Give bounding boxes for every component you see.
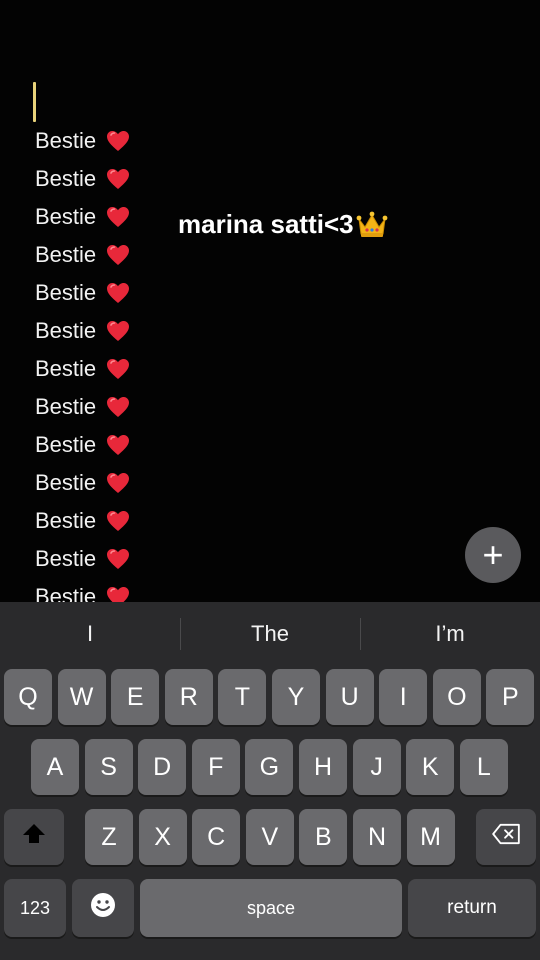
emoji-key[interactable]: [72, 879, 134, 937]
key-y[interactable]: Y: [272, 669, 320, 725]
red-heart-icon: [106, 472, 130, 494]
add-button[interactable]: +: [465, 527, 521, 583]
text-line: Bestie: [35, 350, 130, 388]
red-heart-icon: [106, 358, 130, 380]
line-text: Bestie: [35, 204, 97, 229]
screen: Bestie Bestie Bestie Bestie Bestie Bestie Best…: [0, 0, 540, 960]
suggestion-2[interactable]: The: [180, 602, 360, 666]
emoji-icon: [90, 892, 116, 925]
red-heart-icon: [106, 396, 130, 418]
text-line: Bestie: [35, 198, 130, 236]
text-line: Bestie: [35, 578, 130, 602]
key-o[interactable]: O: [432, 669, 481, 725]
red-heart-icon: [106, 548, 130, 570]
key-s[interactable]: S: [84, 739, 133, 795]
overlay-caption: marina satti<3: [178, 209, 388, 240]
key-a[interactable]: A: [31, 739, 79, 795]
crown-icon: [356, 210, 388, 240]
return-key[interactable]: return: [408, 879, 536, 937]
red-heart-icon: [106, 130, 130, 152]
line-list: Bestie Bestie Bestie Bestie Bestie Bestie Best…: [35, 122, 130, 602]
space-key[interactable]: space: [140, 879, 402, 937]
red-heart-icon: [106, 168, 130, 190]
key-f[interactable]: F: [191, 739, 240, 795]
text-line: Bestie: [35, 236, 130, 274]
red-heart-icon: [106, 206, 130, 228]
line-text: Bestie: [35, 470, 97, 495]
line-text: Bestie: [35, 356, 97, 381]
key-p[interactable]: P: [486, 669, 535, 725]
text-line: Bestie: [35, 160, 130, 198]
backspace-key[interactable]: [476, 809, 536, 865]
key-g[interactable]: G: [245, 739, 294, 795]
line-text: Bestie: [35, 242, 97, 267]
key-c[interactable]: C: [192, 809, 241, 865]
text-line: Bestie: [35, 426, 130, 464]
line-text: Bestie: [35, 280, 97, 305]
red-heart-icon: [106, 282, 130, 304]
key-d[interactable]: D: [138, 739, 187, 795]
red-heart-icon: [106, 244, 130, 266]
overlay-text: marina satti<3: [178, 209, 354, 239]
key-x[interactable]: X: [138, 809, 187, 865]
text-line: Bestie: [35, 388, 130, 426]
key-w[interactable]: W: [57, 669, 106, 725]
suggestion-1[interactable]: I: [0, 602, 180, 666]
key-z[interactable]: Z: [85, 809, 133, 865]
line-text: Bestie: [35, 166, 97, 191]
text-editor[interactable]: Bestie Bestie Bestie Bestie Bestie Bestie Best…: [0, 0, 540, 602]
suggestion-3[interactable]: I’m: [360, 602, 540, 666]
key-b[interactable]: B: [299, 809, 348, 865]
shift-icon: [21, 821, 47, 854]
line-text: Bestie: [35, 432, 97, 457]
text-line: Bestie: [35, 502, 130, 540]
text-line: Bestie: [35, 274, 130, 312]
key-r[interactable]: R: [164, 669, 213, 725]
key-e[interactable]: E: [111, 669, 160, 725]
key-q[interactable]: Q: [4, 669, 52, 725]
line-text: Bestie: [35, 546, 97, 571]
numbers-key[interactable]: 123: [4, 879, 66, 937]
key-n[interactable]: N: [353, 809, 401, 865]
key-u[interactable]: U: [325, 669, 374, 725]
key-t[interactable]: T: [218, 669, 267, 725]
text-line: Bestie: [35, 122, 130, 160]
red-heart-icon: [106, 434, 130, 456]
text-cursor: [33, 82, 36, 122]
key-i[interactable]: I: [379, 669, 428, 725]
red-heart-icon: [106, 586, 130, 602]
red-heart-icon: [106, 510, 130, 532]
line-text: Bestie: [35, 394, 97, 419]
suggestion-bar: I The I’m: [0, 602, 540, 666]
text-line: Bestie: [35, 540, 130, 578]
key-j[interactable]: J: [352, 739, 401, 795]
key-l[interactable]: L: [459, 739, 508, 795]
key-h[interactable]: H: [299, 739, 347, 795]
red-heart-icon: [106, 320, 130, 342]
backspace-icon: [491, 823, 521, 852]
keyboard: I The I’m QWERTYUIOP ASDFGHJKL ZXCVBNM 1…: [0, 602, 540, 960]
key-v[interactable]: V: [245, 809, 294, 865]
line-text: Bestie: [35, 128, 97, 153]
text-line: Bestie: [35, 312, 130, 350]
key-m[interactable]: M: [406, 809, 455, 865]
line-text: Bestie: [35, 584, 97, 602]
shift-key[interactable]: [4, 809, 64, 865]
text-line: Bestie: [35, 464, 130, 502]
key-k[interactable]: K: [406, 739, 455, 795]
line-text: Bestie: [35, 508, 97, 533]
line-text: Bestie: [35, 318, 97, 343]
